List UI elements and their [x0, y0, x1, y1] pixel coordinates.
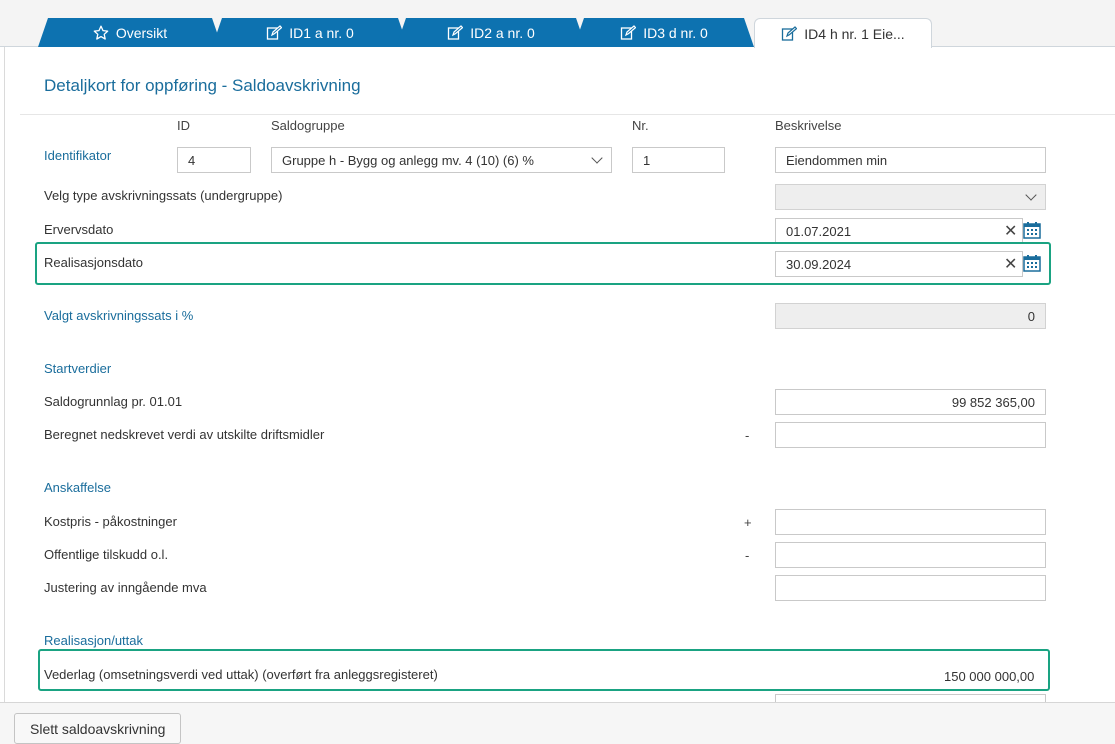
group-select[interactable]: Gruppe h - Bygg og anlegg mv. 4 (10) (6)…: [271, 147, 612, 173]
tab-id2[interactable]: ID2 a nr. 0: [396, 18, 586, 47]
written-down-input[interactable]: [775, 422, 1046, 448]
tab-id4-active[interactable]: ID4 h nr. 1 Eie...: [754, 18, 932, 48]
column-header-description: Beskrivelse: [775, 118, 842, 133]
column-header-id: ID: [177, 118, 190, 133]
chevron-down-icon: [1025, 189, 1037, 201]
clear-date-icon[interactable]: ✕: [1004, 221, 1017, 241]
written-down-label: Beregnet nedskrevet verdi av utskilte dr…: [44, 427, 325, 442]
clear-date-icon[interactable]: ✕: [1004, 254, 1017, 274]
acquisition-date-label: Ervervsdato: [44, 222, 114, 237]
tab-id3[interactable]: ID3 d nr. 0: [574, 18, 754, 47]
tab-label: ID4 h nr. 1 Eie...: [804, 25, 905, 42]
description-input[interactable]: Eiendommen min: [775, 147, 1046, 173]
star-icon: [93, 25, 109, 41]
identifier-label: Identifikator: [44, 148, 112, 163]
tab-label: ID2 a nr. 0: [470, 24, 535, 41]
id-input[interactable]: 4: [177, 147, 251, 173]
rate-type-select[interactable]: [775, 184, 1046, 210]
group-select-value: Gruppe h - Bygg og anlegg mv. 4 (10) (6)…: [282, 152, 534, 168]
tab-label: Oversikt: [115, 24, 168, 41]
edit-icon: [447, 25, 463, 41]
section-heading-acquisition: Anskaffelse: [44, 480, 111, 495]
edit-icon: [266, 25, 282, 41]
delete-depreciation-button[interactable]: Slett saldoavskrivning: [14, 713, 182, 744]
grants-label: Offentlige tilskudd o.l.: [44, 547, 169, 562]
cost-label: Kostpris - påkostninger: [44, 514, 177, 529]
rate-type-label: Velg type avskrivningssats (undergruppe): [44, 188, 283, 203]
section-heading-start-values: Startverdier: [44, 361, 112, 376]
grants-input[interactable]: [775, 542, 1046, 568]
vat-adjustment-input[interactable]: [775, 575, 1046, 601]
edit-icon: [620, 25, 636, 41]
edit-icon: [781, 25, 798, 42]
realization-date-label: Realisasjonsdato: [44, 255, 144, 270]
consideration-value: 150 000 000,00: [944, 669, 1035, 684]
tab-id1[interactable]: ID1 a nr. 0: [212, 18, 408, 47]
balance-label: Saldogrunnlag pr. 01.01: [44, 394, 183, 409]
consideration-label: Vederlag (omsetningsverdi ved uttak) (ov…: [44, 667, 438, 682]
plus-sign: +: [744, 515, 752, 530]
nr-input[interactable]: 1: [632, 147, 725, 173]
balance-input[interactable]: 99 852 365,00: [775, 389, 1046, 415]
section-heading-realization: Realisasjon/uttak: [44, 633, 143, 648]
calendar-icon[interactable]: [1023, 254, 1041, 275]
divider: [20, 114, 1115, 115]
cost-input[interactable]: [775, 509, 1046, 535]
minus-sign: -: [745, 548, 750, 563]
tab-label: ID3 d nr. 0: [643, 24, 708, 41]
acquisition-date-input[interactable]: 01.07.2021: [775, 218, 1023, 244]
column-header-group: Saldogruppe: [271, 118, 345, 133]
realization-date-input[interactable]: 30.09.2024: [775, 251, 1023, 277]
selected-rate-value: 0: [775, 303, 1046, 329]
vat-adjustment-label: Justering av inngående mva: [44, 580, 207, 595]
minus-sign: -: [745, 428, 750, 443]
calendar-icon[interactable]: [1023, 221, 1041, 242]
chevron-down-icon: [591, 152, 603, 164]
selected-rate-label: Valgt avskrivningssats i %: [44, 308, 194, 323]
page-title: Detaljkort for oppføring - Saldoavskrivn…: [44, 76, 361, 95]
tab-label: ID1 a nr. 0: [289, 24, 354, 41]
column-header-nr: Nr.: [632, 118, 649, 133]
tab-overview[interactable]: Oversikt: [38, 18, 222, 47]
